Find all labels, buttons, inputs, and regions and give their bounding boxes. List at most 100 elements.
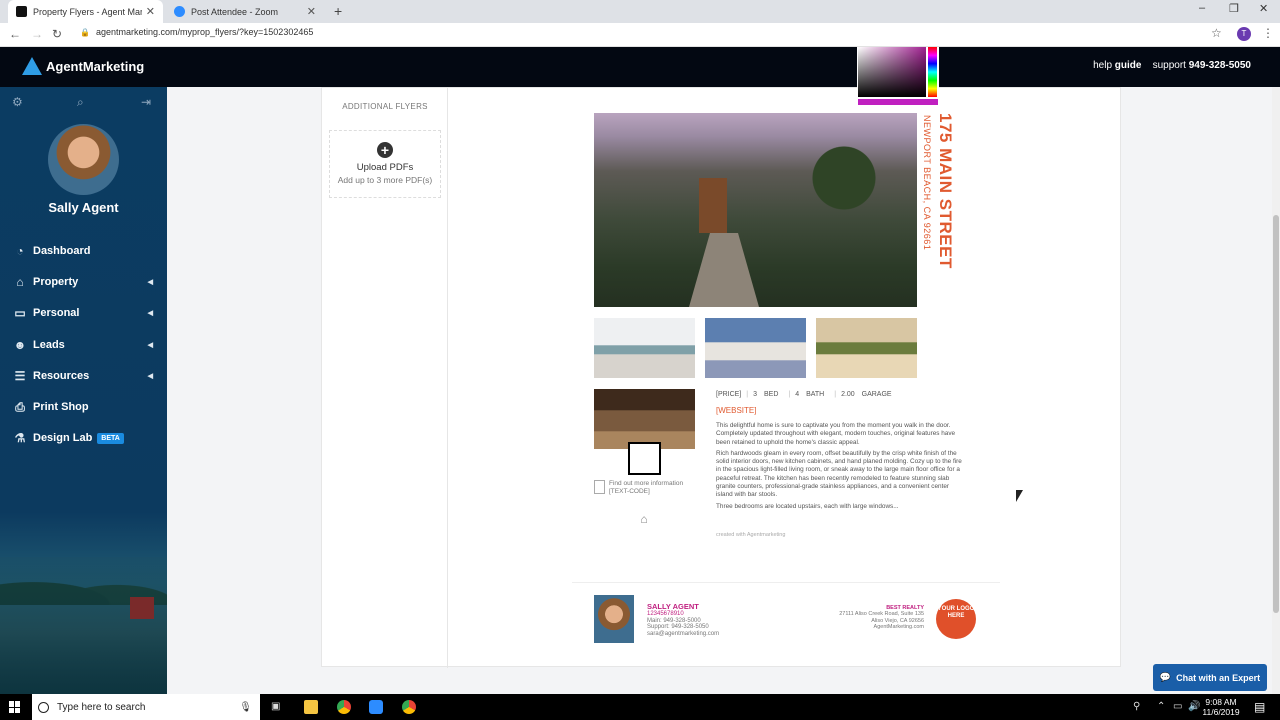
zoom-app-icon[interactable] bbox=[369, 700, 383, 714]
forward-icon[interactable]: → bbox=[31, 27, 43, 41]
color-saturation-area[interactable] bbox=[858, 47, 926, 97]
taskbar-search-input[interactable]: Type here to search 🎙 bbox=[32, 694, 260, 720]
logo-placeholder[interactable]: YOUR LOGO HERE bbox=[936, 599, 976, 639]
chevron-left-icon: ◀ bbox=[147, 372, 153, 380]
agent-footer: SALLY AGENT 12345678910 Main: 949-328-50… bbox=[572, 582, 1000, 652]
chat-label: Chat with an Expert bbox=[1176, 672, 1261, 683]
guide-link[interactable]: guide bbox=[1115, 60, 1142, 71]
scrollbar-thumb[interactable] bbox=[1273, 215, 1279, 613]
tab-title: Post Attendee - Zoom bbox=[191, 6, 279, 17]
taskbar-clock[interactable]: 9:08 AM 11/6/2019 bbox=[1195, 697, 1247, 717]
file-explorer-icon[interactable] bbox=[304, 700, 318, 714]
chat-bubble-icon: 💬 bbox=[1159, 672, 1172, 682]
street-address: 175 MAIN STREET bbox=[936, 113, 955, 269]
new-tab-button[interactable]: + bbox=[334, 3, 342, 19]
windows-taskbar: Type here to search 🎙 ▣ ⚲ ⌃ ▭ 🔊 9:08 AM … bbox=[0, 694, 1280, 720]
logo-mark-icon bbox=[22, 57, 42, 75]
sidebar-item-leads[interactable]: ☻ Leads ◀ bbox=[0, 329, 167, 360]
tab-property-flyers[interactable]: Property Flyers - Agent Marketin ✕ bbox=[8, 0, 163, 23]
website-link[interactable]: [WEBSITE] bbox=[716, 406, 756, 415]
users-icon: ☻ bbox=[13, 337, 27, 352]
microphone-icon[interactable]: 🎙 bbox=[239, 702, 252, 713]
app-logo[interactable]: AgentMarketing bbox=[22, 57, 144, 75]
additional-flyers-column: ADDITIONAL FLYERS + Upload PDFs Add up t… bbox=[322, 88, 448, 668]
settings-gear-icon[interactable]: ⚙ bbox=[12, 95, 23, 109]
minimize-icon[interactable]: – bbox=[1199, 2, 1205, 14]
agent-email: sara@agentmarketing.com bbox=[647, 630, 720, 637]
close-tab-icon[interactable]: ✕ bbox=[307, 5, 316, 18]
family-room-photo[interactable] bbox=[816, 318, 917, 378]
tab-title: Property Flyers - Agent Marketin bbox=[33, 6, 142, 17]
flyer-panel: ADDITIONAL FLYERS + Upload PDFs Add up t… bbox=[321, 87, 1121, 668]
sidebar-item-label: Leads bbox=[33, 338, 65, 351]
user-avatar[interactable] bbox=[48, 124, 119, 195]
broker-info: BEST REALTY 27111 Aliso Creek Road, Suit… bbox=[839, 605, 924, 630]
bookmark-star-icon[interactable]: ☆ bbox=[1211, 26, 1222, 40]
sidebar-item-design-lab[interactable]: ⚗ Design Lab BETA bbox=[0, 423, 167, 454]
browser-tab-bar: Property Flyers - Agent Marketin ✕ Post … bbox=[0, 0, 1280, 23]
close-tab-icon[interactable]: ✕ bbox=[146, 5, 155, 18]
chrome-icon[interactable] bbox=[337, 700, 351, 714]
tray-chevron-up-icon[interactable]: ⌃ bbox=[1157, 701, 1165, 712]
page-scrollbar[interactable] bbox=[1272, 87, 1280, 694]
close-window-icon[interactable]: ✕ bbox=[1259, 2, 1268, 15]
bed-count: 3 bbox=[753, 391, 758, 398]
mouse-cursor-icon bbox=[1016, 490, 1023, 502]
clock-date: 11/6/2019 bbox=[1202, 707, 1240, 717]
back-icon[interactable]: ← bbox=[9, 27, 21, 41]
notifications-icon[interactable]: ▤ bbox=[1254, 700, 1265, 714]
user-name: Sally Agent bbox=[48, 200, 119, 215]
bath-count: 4 bbox=[795, 391, 800, 398]
restore-icon[interactable]: ❐ bbox=[1229, 2, 1239, 15]
kitchen-photo[interactable] bbox=[594, 318, 695, 378]
bed-label: BED bbox=[763, 391, 779, 398]
browser-toolbar: ← → ↻ 🔒 agentmarketing.com/myprop_flyers… bbox=[0, 23, 1280, 47]
living-room-photo[interactable] bbox=[705, 318, 806, 378]
clock-time: 9:08 AM bbox=[1205, 697, 1237, 707]
chat-with-expert-button[interactable]: 💬 Chat with an Expert bbox=[1153, 664, 1267, 691]
qr-code bbox=[628, 442, 661, 475]
sidebar-item-print-shop[interactable]: ⎙ Print Shop bbox=[0, 391, 167, 422]
person-icon[interactable]: ⚲ bbox=[1133, 701, 1140, 712]
address-bar[interactable]: 🔒 agentmarketing.com/myprop_flyers/?key=… bbox=[80, 27, 313, 37]
property-facts: [PRICE] | 3 BED | 4 BATH | 2.00 GARAGE bbox=[716, 391, 892, 398]
network-icon[interactable]: ▭ bbox=[1173, 701, 1182, 712]
sidebar-item-personal[interactable]: ▭ Personal ◀ bbox=[0, 298, 167, 329]
profile-avatar[interactable]: T bbox=[1237, 27, 1251, 41]
photo-palm bbox=[789, 123, 899, 233]
description-paragraph: Rich hardwoods gleam in every room, offs… bbox=[716, 449, 962, 499]
help-label: help bbox=[1093, 60, 1112, 71]
upload-pdfs-dropzone[interactable]: + Upload PDFs Add up to 3 more PDF(s) bbox=[329, 130, 441, 198]
logout-icon[interactable]: ⇥ bbox=[141, 95, 151, 109]
equal-housing-icon: ⌂ bbox=[640, 512, 648, 526]
browser-menu-icon[interactable]: ⋮ bbox=[1262, 26, 1274, 40]
chrome-active-icon[interactable] bbox=[402, 700, 416, 714]
hero-property-photo[interactable] bbox=[594, 113, 917, 307]
hue-slider[interactable] bbox=[928, 47, 937, 97]
agent-name: SALLY AGENT bbox=[647, 602, 699, 611]
agent-support-phone: Support: 949-328-5050 bbox=[647, 624, 709, 630]
search-icon[interactable]: ⌕ bbox=[77, 95, 84, 110]
garage-label: GARAGE bbox=[861, 391, 892, 398]
sidebar-item-property[interactable]: ⌂ Property ◀ bbox=[0, 266, 167, 297]
sidebar-background-house bbox=[130, 597, 154, 619]
list-icon: ☰ bbox=[14, 368, 26, 383]
additional-flyers-heading: ADDITIONAL FLYERS bbox=[342, 102, 428, 111]
tab-zoom[interactable]: Post Attendee - Zoom ✕ bbox=[166, 0, 324, 23]
printer-icon: ⎙ bbox=[15, 399, 25, 414]
city-state-zip: NEWPORT BEACH, CA 92661 bbox=[922, 115, 932, 251]
sidebar-item-resources[interactable]: ☰ Resources ◀ bbox=[0, 360, 167, 391]
sidebar-item-dashboard[interactable]: ◔ Dashboard bbox=[0, 235, 167, 266]
property-address: 175 MAIN STREET NEWPORT BEACH, CA 92661 bbox=[922, 113, 967, 283]
photo-walkway bbox=[689, 233, 759, 307]
bath-label: BATH bbox=[806, 391, 825, 398]
sidebar-item-label: Dashboard bbox=[33, 244, 91, 257]
color-picker[interactable] bbox=[857, 47, 939, 107]
bathroom-photo[interactable] bbox=[594, 389, 695, 449]
task-view-icon[interactable]: ▣ bbox=[271, 701, 280, 712]
reload-icon[interactable]: ↻ bbox=[52, 27, 62, 41]
upload-pdfs-subtitle: Add up to 3 more PDF(s) bbox=[337, 175, 433, 185]
find-info-block: Find out more information [TEXT-CODE] bbox=[594, 480, 704, 496]
support-phone[interactable]: 949-328-5050 bbox=[1189, 60, 1251, 71]
windows-start-icon[interactable] bbox=[9, 701, 21, 713]
